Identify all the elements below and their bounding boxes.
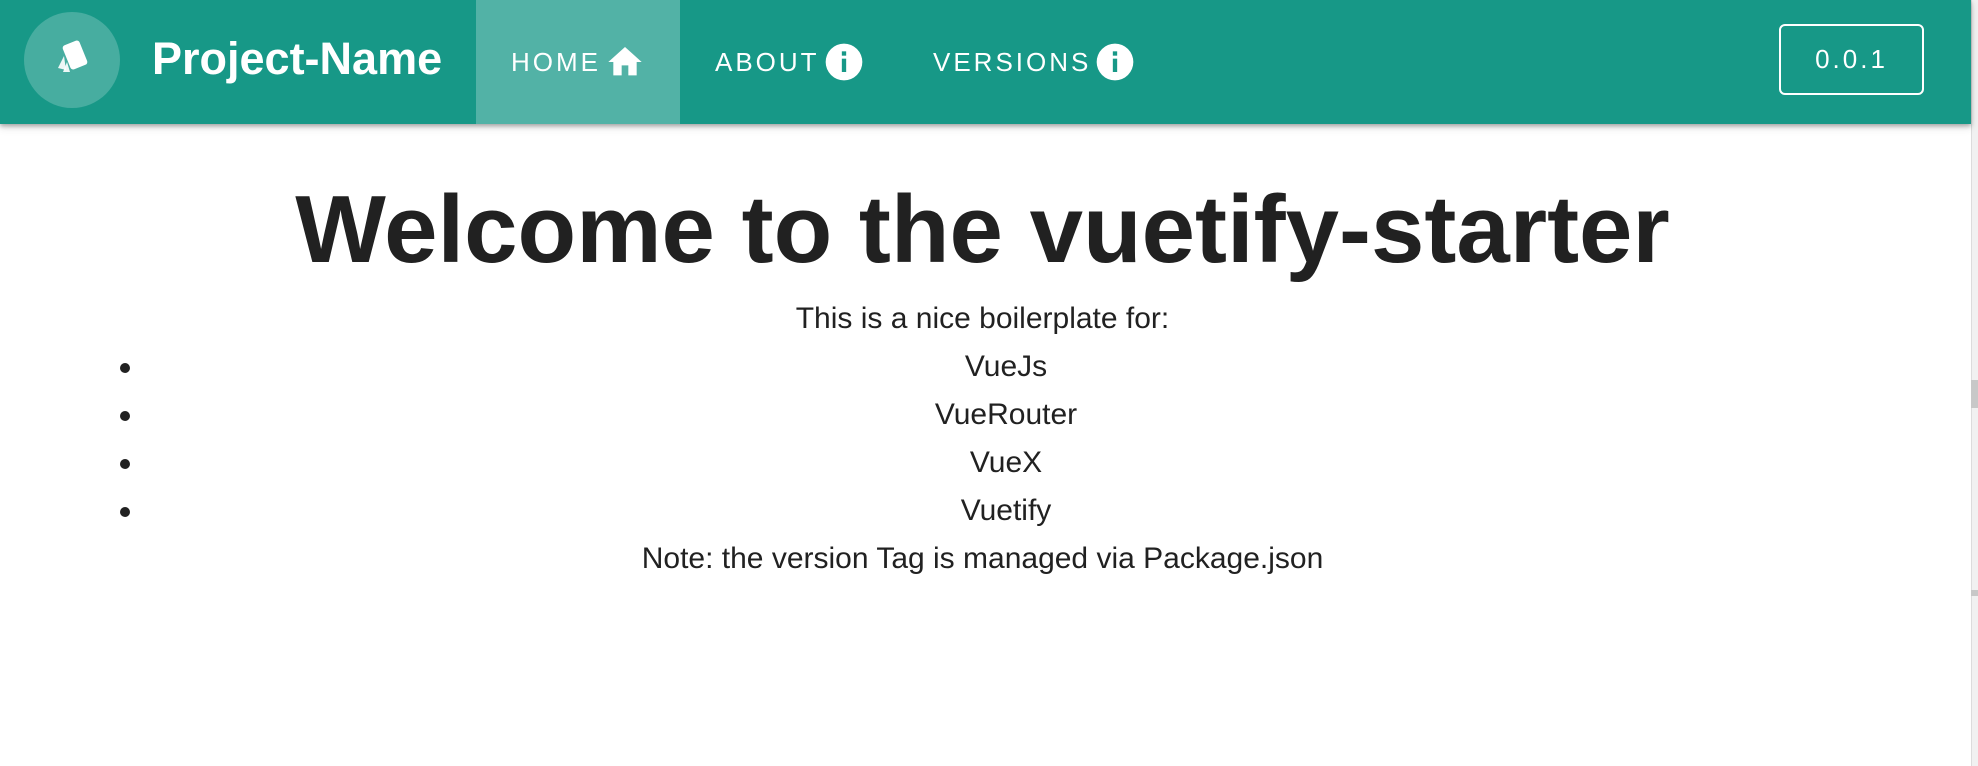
home-icon [605, 42, 645, 82]
bullet [120, 507, 130, 517]
info-icon [824, 42, 864, 82]
bullet [120, 411, 130, 421]
tech-list: VueJs VueRouter VueX Vuetify [96, 343, 1916, 535]
version-note: Note: the version Tag is managed via Pac… [641, 542, 1324, 575]
app-bar: Project-Name HOME ABOUT VERSIONS 0.0.1 [0, 0, 1971, 124]
nav-versions-button[interactable]: VERSIONS [933, 0, 1135, 124]
nav-versions-label: VERSIONS [933, 46, 1092, 77]
nav-about-button[interactable]: ABOUT [715, 0, 864, 124]
info-icon [1095, 42, 1135, 82]
list-item-label: VueX [969, 446, 1043, 479]
nav-about-label: ABOUT [715, 46, 820, 77]
list-item: VueRouter [96, 391, 1916, 439]
page: Project-Name HOME ABOUT VERSIONS 0.0.1 W… [0, 0, 1978, 766]
list-item-label: VueJs [964, 350, 1048, 383]
bullet [120, 363, 130, 373]
bullet [120, 459, 130, 469]
nav-home-label: HOME [511, 46, 601, 77]
list-item: VueX [96, 439, 1916, 487]
list-item: Vuetify [96, 487, 1916, 535]
nav-home-button[interactable]: HOME [476, 0, 680, 124]
list-item-label: Vuetify [960, 494, 1052, 527]
version-tag-button[interactable]: 0.0.1 [1779, 24, 1924, 95]
list-item: VueJs [96, 343, 1916, 391]
cards-icon [48, 34, 96, 87]
page-title: Welcome to the vuetify-starter [295, 176, 1670, 283]
scrollbar-thumb[interactable] [1971, 380, 1978, 408]
scrollbar-marker [1971, 590, 1978, 596]
window-edge-scrollbar[interactable] [1971, 0, 1978, 766]
app-title[interactable]: Project-Name [152, 29, 442, 89]
logo-avatar[interactable] [24, 12, 120, 108]
list-item-label: VueRouter [934, 398, 1078, 431]
main-content: Welcome to the vuetify-starter This is a… [0, 124, 1971, 766]
intro-text: This is a nice boilerplate for: [795, 302, 1170, 335]
